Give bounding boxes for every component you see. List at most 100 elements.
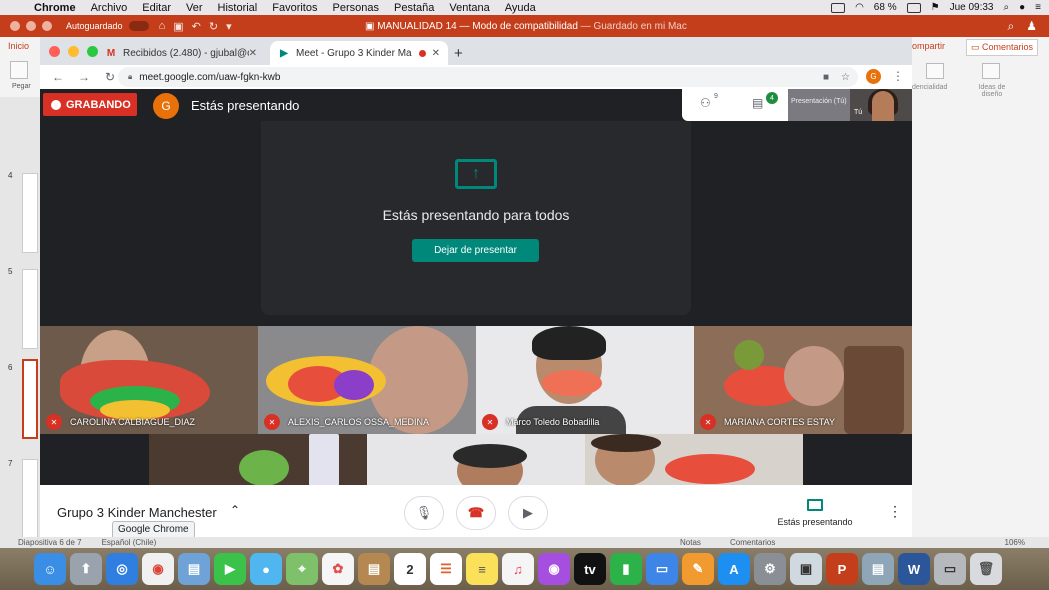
participant-tile[interactable]: ✕ ALEXIS_CARLOS OSSA_MEDINA [258, 326, 476, 434]
tab-gmail[interactable]: M Recibidos (2.480) - gjubal@co ✕ [97, 41, 265, 65]
self-video-tile[interactable]: Tú [850, 89, 912, 121]
powerpoint-icon[interactable]: P [826, 553, 858, 585]
more-options-icon[interactable]: ⋮ [888, 503, 902, 520]
participant-tile[interactable]: ✕ MARIANA CORTES ESTAY [694, 326, 912, 434]
contacts-icon[interactable]: ▤ [358, 553, 390, 585]
design-ideas-icon[interactable] [982, 63, 1000, 79]
downloads-icon[interactable]: ▭ [934, 553, 966, 585]
menu-favoritos[interactable]: Favoritos [272, 2, 317, 14]
chevron-up-icon[interactable]: ⌃ [230, 503, 240, 517]
launchpad-icon[interactable]: ⬆ [70, 553, 102, 585]
reload-icon[interactable]: ↻ [102, 70, 118, 84]
new-tab-button[interactable]: + [454, 45, 463, 62]
paste-icon[interactable] [10, 61, 28, 79]
control-center-icon[interactable]: ≡ [1035, 2, 1041, 13]
menu-personas[interactable]: Personas [333, 2, 379, 14]
slide-thumbnail[interactable] [22, 459, 38, 539]
menu-historial[interactable]: Historial [218, 2, 258, 14]
customize-icon[interactable]: ▾ [226, 20, 232, 33]
user-icon[interactable]: ● [1019, 2, 1025, 13]
url-text[interactable]: meet.google.com/uaw-fgkn-kwb [139, 72, 280, 83]
participant-tile[interactable] [367, 434, 585, 486]
address-bar[interactable]: 🔒︎ meet.google.com/uaw-fgkn-kwb ■ ☆ [118, 67, 858, 87]
sensitivity-icon[interactable] [926, 63, 944, 79]
photos-icon[interactable]: ✿ [322, 553, 354, 585]
chrome-menu-icon[interactable]: ⋮ [892, 69, 904, 83]
flag-icon[interactable]: ⚑ [931, 2, 940, 13]
settings-icon[interactable]: ⚙ [754, 553, 786, 585]
pages-icon[interactable]: ✎ [682, 553, 714, 585]
forward-icon[interactable]: → [76, 70, 92, 84]
reminders-icon[interactable]: ☰ [430, 553, 462, 585]
menu-editar[interactable]: Editar [142, 2, 171, 14]
screen-mirror-icon[interactable] [831, 2, 846, 13]
comments-button[interactable]: ▭ Comentarios [966, 39, 1039, 56]
close-tab-icon[interactable]: ✕ [432, 48, 440, 59]
slide-thumbnail[interactable] [22, 173, 38, 253]
chat-icon[interactable]: ▤ [752, 96, 763, 110]
tab-meet[interactable]: ▶ Meet - Grupo 3 Kinder Ma ✕ [270, 41, 448, 65]
camera-indicator-icon[interactable]: ■ [823, 72, 829, 83]
spotlight-icon[interactable]: ⌕ [1004, 2, 1010, 13]
status-notes[interactable]: Notas [680, 538, 701, 547]
participant-tile[interactable]: ✕ CAROLINA CALBIAGUE_DIAZ [40, 326, 258, 434]
menu-ayuda[interactable]: Ayuda [505, 2, 536, 14]
keynote-icon[interactable]: ▭ [646, 553, 678, 585]
participant-tile[interactable] [149, 434, 367, 486]
search-icon[interactable]: ⌕ [1008, 19, 1015, 34]
facetime-icon[interactable]: ▶ [214, 553, 246, 585]
wifi-icon[interactable]: ◠ [855, 2, 864, 13]
menu-ventana[interactable]: Ventana [449, 2, 489, 14]
window-controls[interactable] [49, 46, 98, 57]
microphone-button[interactable]: 🎙︎ [404, 496, 444, 530]
tv-icon[interactable]: tv [574, 553, 606, 585]
menu-archivo[interactable]: Archivo [91, 2, 128, 14]
undo-icon[interactable]: ↶ [192, 20, 201, 33]
participant-tile[interactable] [585, 434, 803, 486]
back-icon[interactable]: ← [50, 70, 66, 84]
status-comments[interactable]: Comentarios [730, 538, 775, 547]
save-icon[interactable]: ▣ [173, 20, 183, 33]
screenshot-icon[interactable]: ▣ [790, 553, 822, 585]
profile-icon[interactable]: ♟ [1026, 19, 1037, 34]
close-window-icon[interactable] [49, 46, 60, 57]
word-icon[interactable]: W [898, 553, 930, 585]
notes-icon[interactable]: ≡ [466, 553, 498, 585]
home-icon[interactable]: ⌂ [159, 20, 166, 33]
calendar-icon[interactable]: 2 [394, 553, 426, 585]
redo-icon[interactable]: ↻ [209, 20, 218, 33]
ribbon-tab-inicio[interactable]: Inicio [8, 41, 29, 51]
status-zoom[interactable]: 106% [1005, 538, 1025, 547]
slide-thumbnail[interactable] [22, 269, 38, 349]
word-window-controls[interactable] [10, 21, 52, 31]
presentation-self-tile[interactable]: Presentación (Tú) [788, 89, 850, 121]
share-button[interactable]: ompartir [912, 41, 945, 51]
recording-badge[interactable]: GRABANDO [43, 93, 137, 116]
messages-icon[interactable]: ● [250, 553, 282, 585]
participant-tile[interactable]: ✕ Marco Toledo Bobadilla [476, 326, 694, 434]
slide-thumbnail-active[interactable] [22, 359, 38, 439]
profile-avatar[interactable]: G [866, 69, 881, 84]
bookmark-star-icon[interactable]: ☆ [841, 72, 850, 83]
numbers-icon[interactable]: ▮ [610, 553, 642, 585]
apple-icon[interactable] [8, 2, 20, 14]
appstore-icon[interactable]: A [718, 553, 750, 585]
meeting-name[interactable]: Grupo 3 Kinder Manchester [57, 505, 217, 520]
close-tab-icon[interactable]: ✕ [249, 48, 257, 59]
hang-up-button[interactable]: ☎ [456, 496, 496, 530]
presenting-button[interactable]: Estás presentando [773, 499, 857, 527]
stop-presenting-button[interactable]: Dejar de presentar [412, 239, 539, 262]
maps-icon[interactable]: ⌖ [286, 553, 318, 585]
menu-app-name[interactable]: Chrome [34, 2, 76, 14]
participants-icon[interactable]: ⚇ [700, 96, 711, 110]
music-icon[interactable]: ♫ [502, 553, 534, 585]
camera-button[interactable]: ▶ [508, 496, 548, 530]
clock[interactable]: Jue 09:33 [950, 2, 994, 13]
safari-icon[interactable]: ◎ [106, 553, 138, 585]
status-language[interactable]: Español (Chile) [102, 538, 157, 547]
preview2-icon[interactable]: ▤ [862, 553, 894, 585]
battery-percent[interactable]: 68 % [874, 2, 897, 13]
menu-ver[interactable]: Ver [186, 2, 203, 14]
minimize-window-icon[interactable] [68, 46, 79, 57]
menu-pestana[interactable]: Pestaña [394, 2, 434, 14]
